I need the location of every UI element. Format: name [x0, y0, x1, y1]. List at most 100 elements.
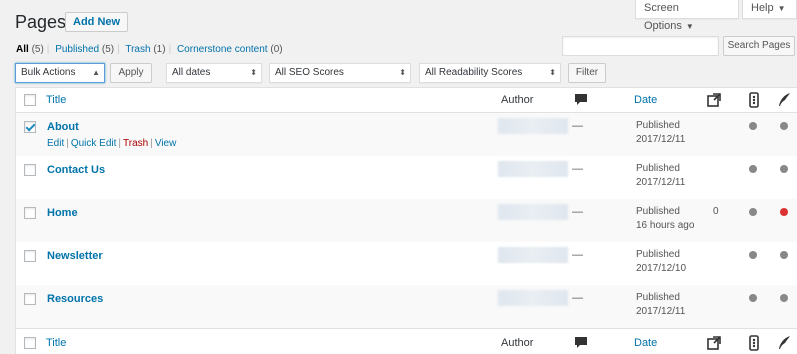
dates-select[interactable]: All dates ⬍: [166, 63, 262, 83]
comment-bubble-icon: [575, 337, 587, 348]
view-all-link[interactable]: All: [16, 44, 29, 55]
date-value: 2017/12/11: [636, 177, 686, 188]
view-all-count: (5): [31, 44, 44, 55]
help-label: Help: [751, 2, 774, 14]
author-name-redacted: [498, 161, 568, 177]
author-name-redacted: [498, 118, 568, 134]
caret-down-icon: ▼: [777, 4, 786, 13]
date-cell: Published 2017/12/11: [636, 162, 685, 190]
status-text: Published: [636, 249, 680, 260]
readability-score-dot: [780, 165, 788, 173]
seo-score-icon: [749, 335, 759, 351]
readability-score-dot: [780, 122, 788, 130]
date-value: 2017/12/10: [636, 263, 687, 274]
view-link[interactable]: View: [155, 138, 177, 149]
readability-quill-icon: [779, 336, 790, 349]
view-trash-link[interactable]: Trash: [125, 44, 150, 55]
comment-count: —: [572, 292, 583, 304]
caret-down-icon: ▼: [685, 22, 694, 31]
row-checkbox[interactable]: [24, 207, 36, 219]
select-arrows-icon: ⬍: [250, 68, 257, 77]
date-column-header[interactable]: Date: [634, 94, 657, 106]
apply-button[interactable]: Apply: [110, 63, 152, 83]
row-checkbox[interactable]: [24, 293, 36, 305]
date-cell: Published 2017/12/11: [636, 291, 685, 319]
select-all-checkbox[interactable]: [24, 94, 36, 106]
seo-score-select[interactable]: All SEO Scores ⬍: [269, 63, 411, 83]
table-row: Resources — Published 2017/12/11: [16, 285, 797, 328]
page-title-link[interactable]: Newsletter: [47, 250, 103, 262]
bulk-actions-value: Bulk Actions: [21, 67, 76, 78]
comment-count: —: [572, 249, 583, 261]
table-row: Newsletter — Published 2017/12/10: [16, 242, 797, 285]
status-text: Published: [636, 120, 680, 131]
trash-link[interactable]: Trash: [123, 138, 148, 149]
search-input[interactable]: [562, 36, 719, 56]
comment-bubble-icon: [575, 94, 587, 105]
author-name-redacted: [498, 247, 568, 263]
author-column-header: Author: [501, 337, 534, 349]
table-row: Home — Published 16 hours ago 0: [16, 199, 797, 242]
row-checkbox[interactable]: [24, 121, 36, 133]
help-button[interactable]: Help ▼: [742, 0, 797, 19]
page-title-link[interactable]: Home: [47, 207, 78, 219]
seo-score-value: All SEO Scores: [275, 67, 344, 78]
divider: |: [118, 138, 122, 149]
edit-link[interactable]: Edit: [47, 138, 64, 149]
date-column-header[interactable]: Date: [634, 337, 657, 349]
status-text: Published: [636, 206, 680, 217]
seo-score-icon: [749, 92, 759, 108]
seo-score-dot: [749, 165, 757, 173]
search-pages-button[interactable]: Search Pages: [723, 36, 795, 56]
date-value: 2017/12/11: [636, 134, 686, 145]
date-value: 16 hours ago: [636, 220, 695, 231]
seo-score-dot: [749, 208, 757, 216]
select-arrows-icon: ⬍: [399, 68, 406, 77]
select-all-checkbox[interactable]: [24, 337, 36, 349]
row-actions: Edit | Quick Edit | Trash | View: [47, 138, 176, 149]
page-title-link[interactable]: Resources: [47, 293, 103, 305]
view-cornerstone-count: (0): [270, 44, 283, 55]
title-column-header[interactable]: Title: [46, 337, 66, 349]
view-published-link[interactable]: Published: [55, 44, 99, 55]
readability-score-select[interactable]: All Readability Scores ⬍: [419, 63, 561, 83]
seo-score-dot: [749, 122, 757, 130]
quick-edit-link[interactable]: Quick Edit: [71, 138, 117, 149]
comment-count: —: [572, 120, 583, 132]
readability-score-dot: [780, 251, 788, 259]
date-cell: Published 16 hours ago: [636, 205, 694, 233]
pages-table: Title Author Date About Edit | Quick Edit |…: [15, 87, 797, 354]
add-new-button[interactable]: Add New: [65, 12, 129, 32]
row-checkbox[interactable]: [24, 250, 36, 262]
date-value: 2017/12/11: [636, 306, 686, 317]
author-name-redacted: [498, 290, 568, 306]
link-count: 0: [713, 206, 719, 217]
divider: |: [46, 44, 50, 55]
title-column-header[interactable]: Title: [46, 94, 66, 106]
page-title-link[interactable]: Contact Us: [47, 164, 105, 176]
table-header: Title Author Date: [16, 88, 797, 113]
seo-score-dot: [749, 251, 757, 259]
select-arrows-icon: ⬍: [549, 68, 556, 77]
author-name-redacted: [498, 204, 568, 220]
page-title-link[interactable]: About: [47, 121, 79, 133]
divider: |: [117, 44, 120, 55]
screen-options-button[interactable]: Screen Options ▼: [635, 0, 739, 32]
divider: |: [168, 44, 172, 55]
view-cornerstone-link[interactable]: Cornerstone content: [177, 44, 268, 55]
row-checkbox[interactable]: [24, 164, 36, 176]
divider: |: [150, 138, 153, 149]
author-column-header: Author: [501, 94, 534, 106]
status-text: Published: [636, 163, 680, 174]
date-cell: Published 2017/12/10: [636, 248, 686, 276]
readability-quill-icon: [779, 93, 790, 106]
view-filters: All (5) | Published (5) | Trash (1) | Corne…: [16, 44, 283, 55]
outgoing-links-icon: [707, 93, 721, 107]
filter-button[interactable]: Filter: [568, 63, 606, 83]
readability-value: All Readability Scores: [425, 67, 523, 78]
dates-value: All dates: [172, 67, 211, 78]
outgoing-links-icon: [707, 336, 721, 350]
bulk-actions-select[interactable]: Bulk Actions ▲: [15, 63, 105, 83]
select-arrows-icon: ▲: [92, 68, 100, 77]
page-title: Pages: [15, 12, 67, 32]
